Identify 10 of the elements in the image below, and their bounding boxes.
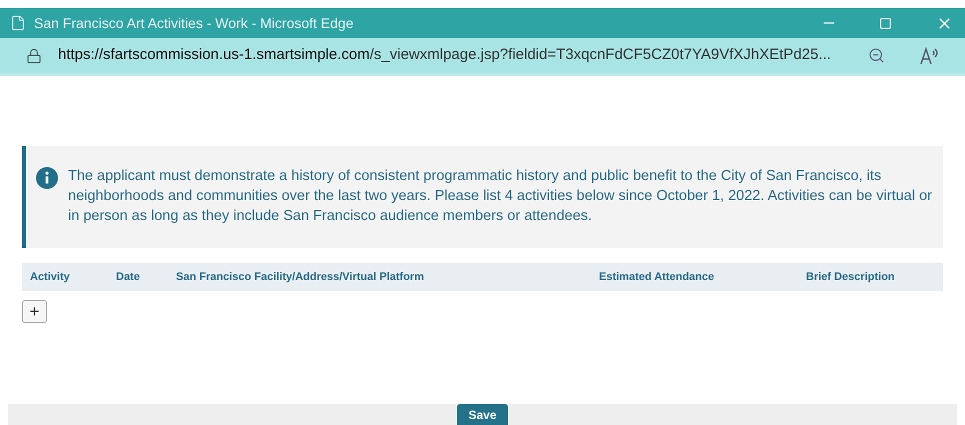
column-header: Estimated Attendance [599, 270, 716, 285]
column-header: San Francisco Facility/Address/Virtual Platform [176, 270, 425, 285]
notice-text: The applicant must demonstrate a history of consistent programmatic history and public benefit to the City of San Francisco, its neighborhoods and communities over the last two years. Please list 4 activities below since October 1, 2022. Activities can be virtual or in person as long as they include San Francisco audience members or attendees. [68, 167, 933, 226]
add-button[interactable]: + [22, 300, 47, 323]
save-button[interactable]: Save [457, 404, 508, 425]
window-title: San Francisco Art Activities - Work - Microsoft Edge [34, 14, 354, 33]
column-header: Date [116, 270, 141, 285]
column-header: Activity [30, 270, 71, 285]
column-header: Brief Description [806, 270, 896, 285]
url-text[interactable]: https://sfartscommission.us-1.smartsimple.com/s_viewxmlpage.jsp?fieldid=T3xqcnFdCF5CZ0t7YA9VfXJhXEtPd25... [58, 44, 831, 67]
